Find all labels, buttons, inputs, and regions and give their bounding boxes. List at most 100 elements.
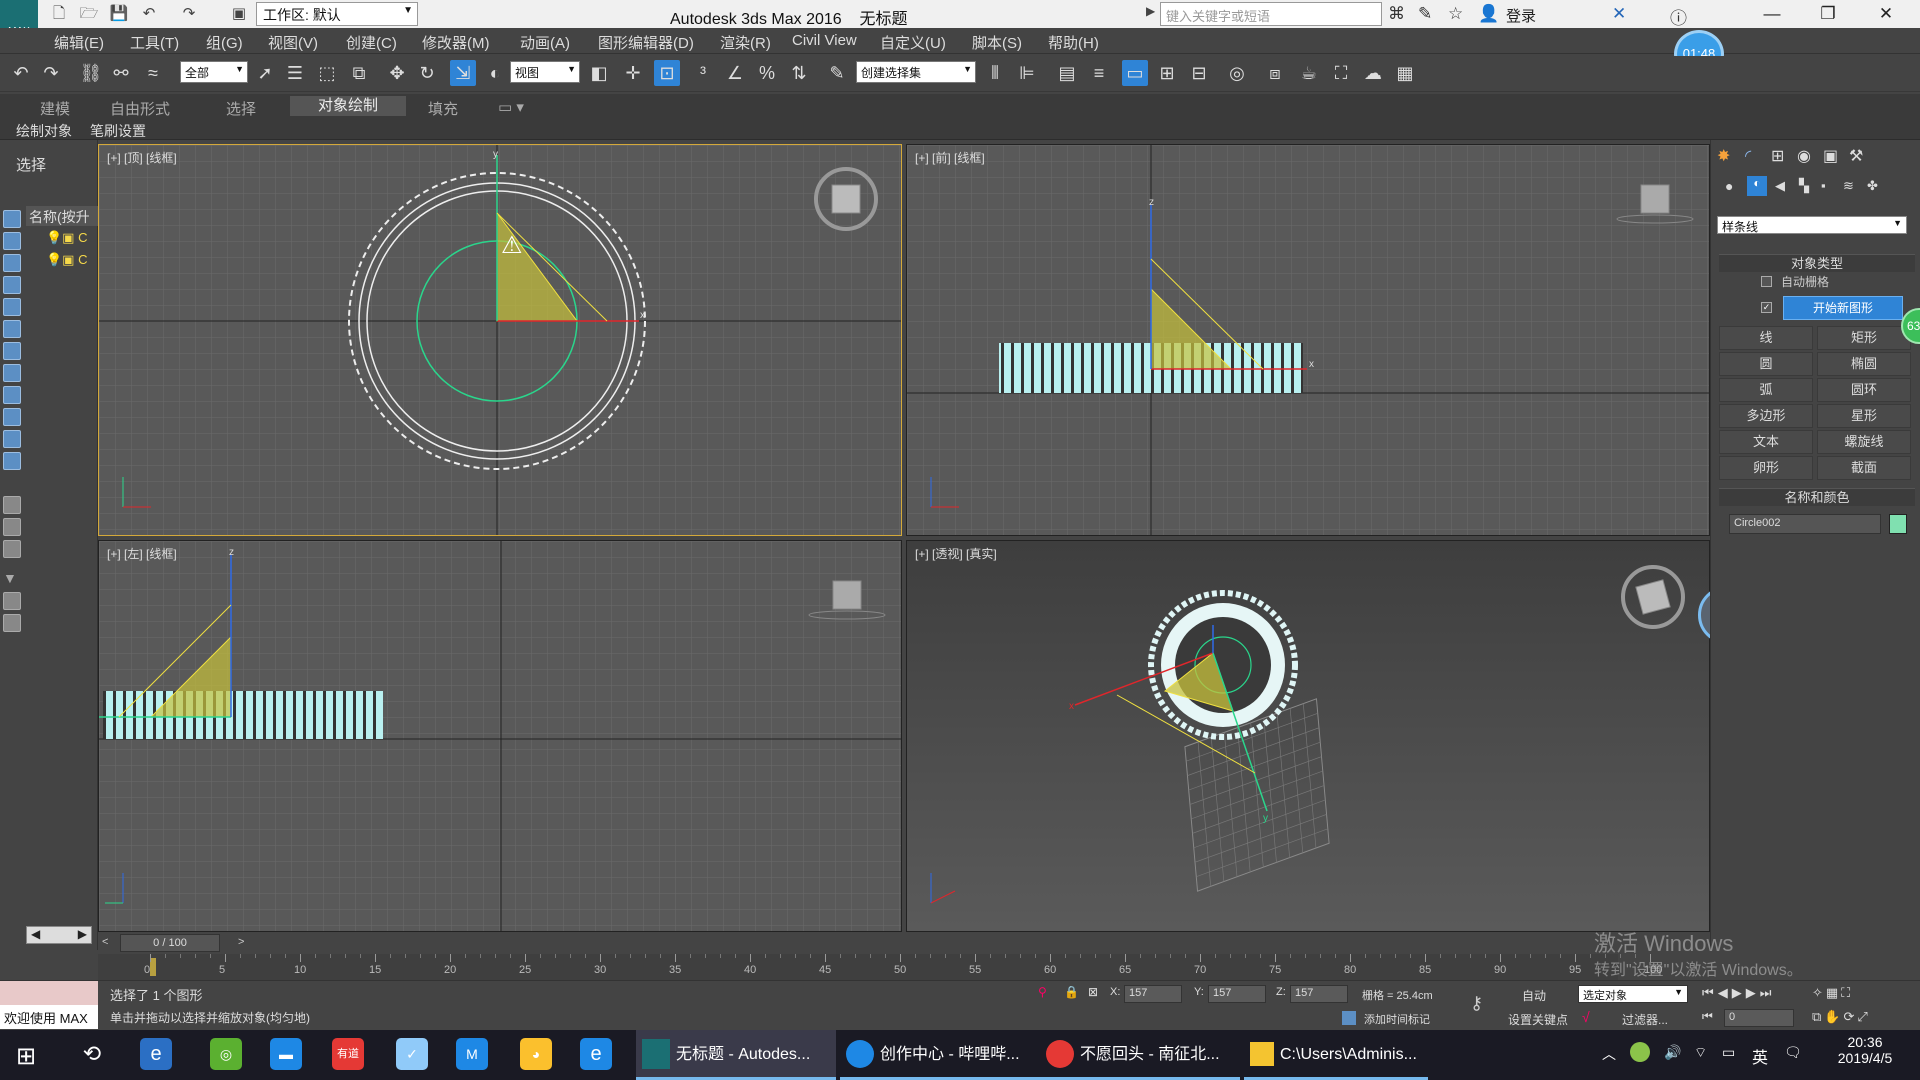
display-spacewarps-icon[interactable] <box>3 320 21 338</box>
rect-selection-icon[interactable]: ⬚ <box>314 60 340 86</box>
360-browser-icon[interactable]: ◎ <box>210 1038 242 1070</box>
menu-5[interactable]: 修改器(M) <box>422 32 490 53</box>
add-time-tag[interactable]: 添加时间标记 <box>1364 1011 1430 1027</box>
viewport-label[interactable]: [+] [透视] [真实] <box>915 545 997 562</box>
named-selection-dropdown[interactable]: 创建选择集 ▼ <box>856 61 976 83</box>
shape-button-7[interactable]: 星形 <box>1817 404 1911 428</box>
tray-expand-icon[interactable]: ︿ <box>1602 1044 1616 1064</box>
options-icon[interactable] <box>3 614 21 632</box>
lights-icon[interactable]: ◀ <box>1775 178 1785 194</box>
set-key-icon[interactable]: √ <box>1582 1009 1590 1025</box>
menu-4[interactable]: 创建(C) <box>346 32 397 53</box>
set-key-button[interactable]: 设置关键点 <box>1508 1011 1568 1028</box>
feather-app-icon[interactable]: ✓ <box>396 1038 428 1070</box>
toggle-ribbon-icon[interactable]: ≡ <box>1086 60 1112 86</box>
display-groups-icon[interactable] <box>3 342 21 360</box>
rendered-frame-icon[interactable]: ⧈ <box>1262 60 1288 86</box>
cameras-icon[interactable]: ▚ <box>1799 178 1809 194</box>
spinner-snap-icon[interactable]: ⇅ <box>786 60 812 86</box>
y-coordinate-input[interactable]: 157 <box>1208 985 1266 1003</box>
notification-icon[interactable]: 🗨 <box>1784 1044 1802 1061</box>
percent-snap-icon[interactable]: % <box>754 60 780 86</box>
frame-indicator[interactable]: 0 / 100 <box>120 934 220 952</box>
clock[interactable]: 20:36 2019/4/5 <box>1820 1034 1910 1066</box>
material-editor-icon[interactable]: ⊟ <box>1186 60 1212 86</box>
find-icon[interactable] <box>3 592 21 610</box>
viewport-nav-controls-2[interactable]: ⧉✋⟳⤢ <box>1812 1009 1871 1025</box>
project-folder-icon[interactable]: ▣ <box>228 4 250 24</box>
render-production-icon[interactable]: ☕ <box>1296 60 1322 86</box>
save-icon[interactable]: 💾 <box>108 4 130 24</box>
volume-icon[interactable]: 🔊 <box>1664 1044 1681 1061</box>
snaps-toggle-icon[interactable]: ³ <box>690 60 716 86</box>
shape-button-0[interactable]: 线 <box>1719 326 1813 350</box>
start-new-shape-checkbox[interactable]: ✓ <box>1761 302 1772 313</box>
login-link[interactable]: 登录 <box>1506 5 1536 26</box>
render-a360-icon[interactable]: ▦ <box>1392 60 1418 86</box>
yellow-app-icon[interactable]: ◕ <box>520 1038 552 1070</box>
shape-button-5[interactable]: 圆环 <box>1817 378 1911 402</box>
help-icon[interactable]: ⓘ <box>1670 4 1687 29</box>
z-coordinate-input[interactable]: 157 <box>1290 985 1348 1003</box>
angle-snap-icon[interactable]: ∠ <box>722 60 748 86</box>
undo-icon[interactable]: ↶ <box>138 4 160 24</box>
menu-1[interactable]: 工具(T) <box>130 32 179 53</box>
key-icon[interactable]: ⚷ <box>1470 993 1483 1014</box>
absolute-mode-icon[interactable]: ⊠ <box>1088 985 1098 999</box>
display-frozen-icon[interactable] <box>3 430 21 448</box>
key-filters-button[interactable]: 过滤器... <box>1622 1011 1668 1028</box>
viewport-label[interactable]: [+] [左] [线框] <box>107 545 177 562</box>
move-icon[interactable]: ✥ <box>384 60 410 86</box>
menu-7[interactable]: 图形编辑器(D) <box>598 32 694 53</box>
display-xrefs-icon[interactable] <box>3 364 21 382</box>
ribbon-tab-0[interactable]: 建模 <box>40 98 70 119</box>
helpers-icon[interactable]: ▪ <box>1821 178 1826 193</box>
display-helpers-icon[interactable] <box>3 298 21 316</box>
shape-button-6[interactable]: 多边形 <box>1719 404 1813 428</box>
shape-button-4[interactable]: 弧 <box>1719 378 1813 402</box>
link-icon[interactable]: ⛓ <box>78 60 104 86</box>
shape-button-3[interactable]: 椭圆 <box>1817 352 1911 376</box>
viewport-perspective[interactable]: x y [+] [透视] [真实] <box>906 540 1710 932</box>
filter-icon[interactable]: ▼ <box>3 570 21 588</box>
render-cloud-icon[interactable]: ☁ <box>1360 60 1386 86</box>
scene-item-2[interactable]: 💡▣ C <box>46 252 87 268</box>
undo-icon[interactable]: ↶ <box>8 60 34 86</box>
ime-indicator[interactable]: 英 <box>1752 1044 1768 1068</box>
menu-0[interactable]: 编辑(E) <box>54 32 104 53</box>
time-slider-prev-icon[interactable]: < <box>102 936 108 948</box>
ribbon-options-icon[interactable]: ▭ ▾ <box>498 98 524 116</box>
redo-icon[interactable]: ↷ <box>178 4 200 24</box>
viewcube[interactable] <box>832 580 862 610</box>
spacewarps-icon[interactable]: ≋ <box>1843 178 1854 194</box>
selection-filter-dropdown[interactable]: 全部 ▼ <box>180 61 248 83</box>
viewcube[interactable] <box>831 184 861 214</box>
select-none-icon[interactable] <box>3 518 21 536</box>
viewcube[interactable] <box>1635 579 1671 615</box>
category-dropdown[interactable]: 样条线 ▼ <box>1717 216 1907 234</box>
ribbon-tab-4[interactable]: 填充 <box>428 98 458 119</box>
maxscript-input[interactable]: 欢迎使用 MAX <box>0 1005 98 1029</box>
network-icon[interactable]: ⌔ <box>1694 1044 1707 1062</box>
display-hidden-icon[interactable] <box>3 452 21 470</box>
shape-button-1[interactable]: 矩形 <box>1817 326 1911 350</box>
utilities-tab-icon[interactable]: ⚒ <box>1849 146 1863 166</box>
schematic-view-icon[interactable]: ⊞ <box>1154 60 1180 86</box>
layer-explorer-icon[interactable]: ▤ <box>1054 60 1080 86</box>
column-header-name[interactable]: 名称(按升 <box>26 206 98 226</box>
ribbon-tab-1[interactable]: 自由形式 <box>110 98 170 119</box>
lock-selection-icon[interactable]: 🔒 <box>1064 985 1079 999</box>
shape-button-11[interactable]: 截面 <box>1817 456 1911 480</box>
current-frame-input[interactable]: 0 <box>1724 1009 1794 1027</box>
viewcube[interactable] <box>1640 184 1670 214</box>
taskbar-3dsmax[interactable]: 无标题 - Autodes... <box>636 1030 836 1080</box>
display-containers-icon[interactable] <box>3 408 21 426</box>
shape-button-8[interactable]: 文本 <box>1719 430 1813 454</box>
mirror-icon[interactable]: ⫴ <box>982 60 1008 86</box>
taskbar-netease-music[interactable]: 不愿回头 - 南征北... <box>1040 1030 1240 1080</box>
display-shapes-icon[interactable] <box>3 232 21 250</box>
keyboard-shortcut-override-icon[interactable]: ⊡ <box>654 60 680 86</box>
ie-browser-icon[interactable]: e <box>140 1038 172 1070</box>
curve-editor-icon[interactable]: ▭ <box>1122 60 1148 86</box>
menu-3[interactable]: 视图(V) <box>268 32 318 53</box>
